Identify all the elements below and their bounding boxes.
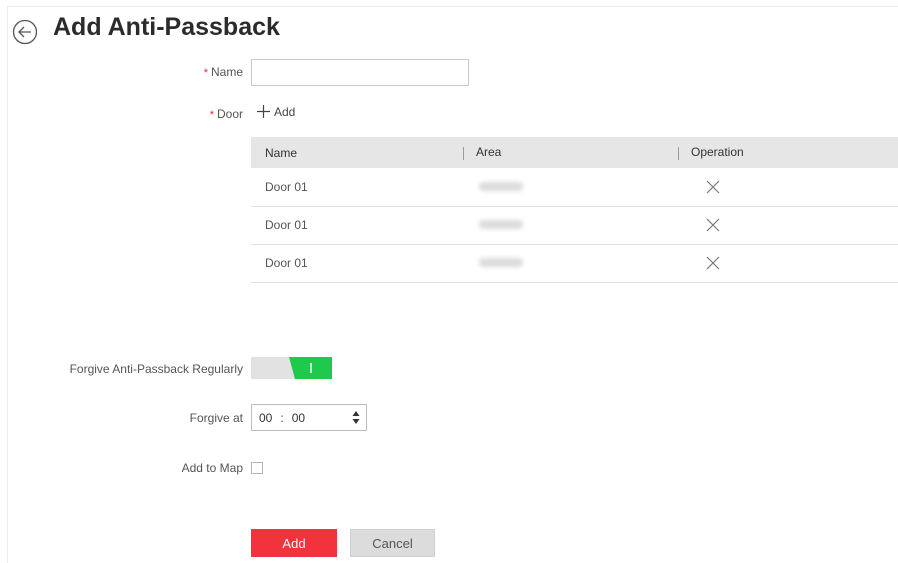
hour-value[interactable]: 00 bbox=[259, 411, 272, 425]
plus-icon bbox=[257, 105, 270, 118]
table-row: Door 01 bbox=[251, 244, 898, 282]
header-area: Area bbox=[463, 137, 678, 168]
table-header-row: Name Area Operation bbox=[251, 137, 898, 168]
header-area-text: Area bbox=[476, 145, 502, 160]
forgive-at-label: Forgive at bbox=[189, 411, 243, 425]
forgive-label: Forgive Anti-Passback Regularly bbox=[69, 362, 243, 376]
blurred-area-value bbox=[479, 258, 523, 267]
row-area bbox=[463, 168, 678, 206]
time-separator: : bbox=[280, 410, 284, 425]
forgive-time-picker[interactable]: 00 : 00 bbox=[251, 404, 367, 431]
door-table: Name Area Operation Door 01 Door 01 Door… bbox=[251, 137, 898, 283]
add-button[interactable]: Add bbox=[251, 529, 337, 557]
required-mark: * bbox=[203, 67, 208, 79]
row-name: Door 01 bbox=[265, 256, 308, 270]
spinner-arrows-icon[interactable] bbox=[352, 410, 360, 425]
back-arrow-icon[interactable] bbox=[12, 19, 38, 45]
add-door-button[interactable]: Add bbox=[256, 104, 295, 119]
row-operation bbox=[678, 168, 898, 206]
page-frame bbox=[7, 6, 898, 563]
header-name-text: Name bbox=[265, 145, 298, 160]
add-to-map-checkbox[interactable] bbox=[251, 462, 263, 474]
row-area bbox=[463, 206, 678, 244]
close-icon[interactable] bbox=[706, 180, 720, 194]
row-operation bbox=[678, 206, 898, 244]
blurred-area-value bbox=[479, 181, 523, 191]
row-name: Door 01 bbox=[265, 179, 308, 194]
row-area bbox=[463, 244, 678, 282]
forgive-toggle[interactable] bbox=[251, 357, 332, 379]
page-title: Add Anti-Passback bbox=[53, 13, 280, 41]
header-name: Name bbox=[251, 137, 463, 168]
table-row: Door 01 bbox=[251, 168, 898, 206]
row-operation bbox=[678, 244, 898, 282]
door-label: * Door bbox=[195, 107, 243, 121]
blurred-area-value bbox=[479, 220, 523, 229]
close-icon[interactable] bbox=[706, 218, 720, 232]
name-label: * Name bbox=[190, 65, 243, 79]
minute-value[interactable]: 00 bbox=[292, 411, 305, 425]
table-row: Door 01 bbox=[251, 206, 898, 244]
row-name: Door 01 bbox=[265, 218, 308, 232]
header-operation: Operation bbox=[678, 137, 898, 168]
name-input[interactable] bbox=[251, 59, 469, 86]
header-operation-text: Operation bbox=[691, 145, 744, 160]
add-door-label: Add bbox=[274, 104, 296, 119]
cancel-button[interactable]: Cancel bbox=[350, 529, 435, 557]
required-mark: * bbox=[209, 109, 214, 121]
name-label-text: Name bbox=[210, 65, 243, 79]
door-label-text: Door bbox=[216, 107, 243, 121]
add-to-map-label: Add to Map bbox=[181, 461, 243, 475]
close-icon[interactable] bbox=[706, 256, 720, 270]
